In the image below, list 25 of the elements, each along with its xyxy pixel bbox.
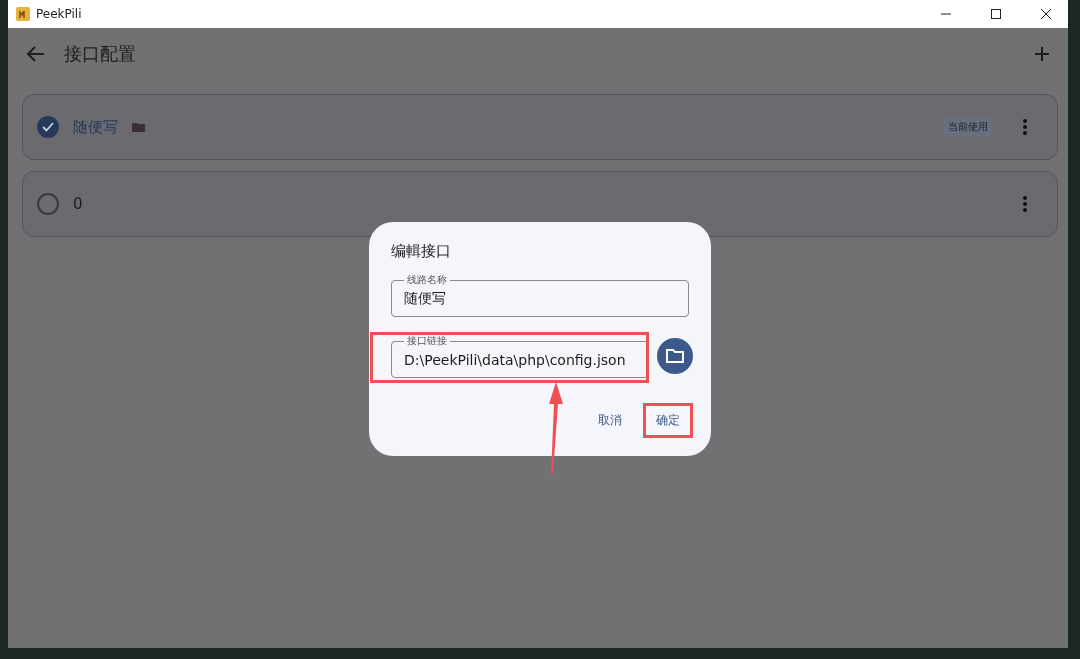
plus-icon [1034, 46, 1050, 62]
folder-button[interactable] [657, 338, 693, 374]
radio-button[interactable] [37, 116, 59, 138]
dialog-title: 编輯接口 [391, 242, 452, 261]
input-field[interactable]: 随便写 [404, 287, 676, 307]
input-field[interactable]: D:\PeekPili\data\php\config.json [404, 348, 636, 368]
page-title: 接口配置 [64, 42, 137, 66]
more-vertical-icon [1023, 196, 1027, 212]
dialog-button[interactable]: 确定 [643, 403, 693, 438]
field-label: 线路名称 [406, 273, 448, 287]
field-label: 接口链接 [406, 334, 448, 348]
check-icon [42, 122, 54, 132]
interface-name: 0 [73, 195, 83, 213]
folder-icon [666, 349, 684, 363]
window-title: PeekPili [36, 7, 83, 21]
radio-button[interactable] [37, 193, 59, 215]
current-badge: 当前使用 [943, 117, 993, 137]
close-icon [1040, 8, 1052, 20]
text-field[interactable]: 线路名称 随便写 [391, 273, 689, 317]
maximize-icon [990, 8, 1002, 20]
interface-name: 随便写 [73, 117, 118, 137]
app-logo-icon [16, 7, 30, 21]
more-vertical-icon [1023, 119, 1027, 135]
dialog-button[interactable]: 取消 [585, 403, 635, 438]
back-arrow-icon [27, 46, 45, 62]
